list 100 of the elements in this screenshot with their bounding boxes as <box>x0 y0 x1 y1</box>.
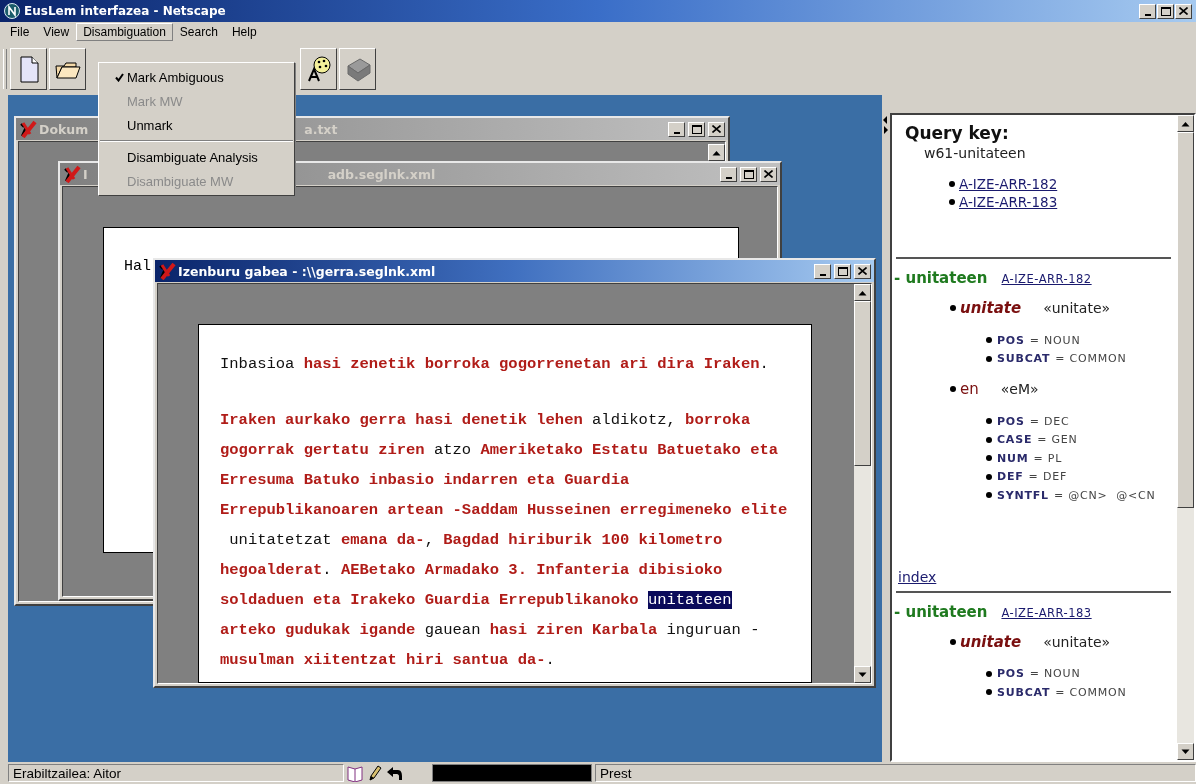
maximize-icon <box>837 266 848 276</box>
bullet-icon <box>986 418 992 425</box>
bullet-icon <box>986 473 992 480</box>
feature-name: CASE <box>997 433 1033 447</box>
minimize-icon <box>725 176 732 179</box>
plain-text[interactable]: unitatetzat <box>220 531 341 549</box>
ambiguous-text[interactable]: Erresuma Batuko inbasio indarren eta Guardia <box>220 471 630 489</box>
ambiguous-text[interactable]: gogorrak gertatu ziren <box>220 441 425 459</box>
ambiguous-text[interactable]: Ameriketako Estatu Batuetako eta <box>480 441 779 459</box>
new-document-button[interactable] <box>10 47 47 90</box>
plain-text[interactable]: inguruan - <box>657 621 760 639</box>
bullet-icon <box>986 455 992 462</box>
bullet-icon <box>986 670 992 677</box>
ambiguous-text[interactable]: borroka <box>685 411 751 429</box>
analysis-link[interactable]: A-IZE-ARR-183 <box>959 194 1058 210</box>
plain-text[interactable]: Inbasioa <box>220 355 304 373</box>
cross-icon <box>19 120 37 138</box>
maximize-icon <box>691 124 702 134</box>
minimize-button[interactable] <box>720 166 737 182</box>
open-folder-button[interactable] <box>49 47 86 90</box>
menu-item[interactable]: Disambiguate Analysis <box>99 145 294 169</box>
analysis-link[interactable]: A-IZE-ARR-182 <box>1001 272 1092 286</box>
arrow-icon[interactable] <box>385 764 403 782</box>
cross-icon <box>158 262 176 280</box>
maximize-button[interactable] <box>688 121 705 137</box>
menu-item[interactable]: Mark Ambiguous <box>99 65 294 89</box>
close-button[interactable] <box>708 121 725 137</box>
scrollbar[interactable] <box>1177 115 1194 760</box>
feature-name: NUM <box>997 451 1029 465</box>
scrollbar[interactable] <box>854 284 871 683</box>
feature-name: DEF <box>997 470 1024 484</box>
minimize-button[interactable] <box>668 121 685 137</box>
ambiguous-text[interactable]: hasi ziren Karbala <box>489 621 658 639</box>
maximize-button[interactable] <box>1157 3 1174 19</box>
scroll-up-button[interactable] <box>1177 115 1194 132</box>
plain-text[interactable]: . <box>322 561 341 579</box>
bullet-icon <box>986 689 992 696</box>
arrows-icon <box>883 115 888 135</box>
palette-letter-button[interactable] <box>300 47 337 90</box>
ambiguous-text[interactable]: hegoalderat <box>220 561 323 579</box>
ambiguous-text[interactable]: Bagdad hiriburik 100 kilometro <box>443 531 723 549</box>
analysis-link[interactable]: A-IZE-ARR-183 <box>1001 605 1092 620</box>
scroll-down-button[interactable] <box>1177 743 1194 760</box>
menu-item[interactable]: Search <box>172 23 225 41</box>
ambiguous-text[interactable]: AEBetako Armadako 3. Infanteria dibisioko <box>340 561 723 579</box>
close-button[interactable] <box>760 166 777 182</box>
minimize-button[interactable] <box>814 263 831 279</box>
plain-text[interactable]: gauean <box>415 621 490 639</box>
feature-name: POS <box>997 667 1025 681</box>
scroll-thumb[interactable] <box>854 301 871 466</box>
gloss-text: «unitate» <box>1043 300 1111 316</box>
maximize-button[interactable] <box>740 166 757 182</box>
scroll-up-button[interactable] <box>854 284 871 301</box>
ambiguous-text[interactable]: arteko gudukak igande <box>220 621 416 639</box>
ambiguous-text[interactable]: Errepublikanoaren artean -Saddam Husseinen erregimeneko elite <box>220 501 788 519</box>
feature-value: = NOUN <box>1029 667 1081 681</box>
maximize-icon <box>1160 6 1171 16</box>
close-button[interactable] <box>854 263 871 279</box>
index-link[interactable]: index <box>898 568 937 585</box>
word-label: - unitateen <box>894 269 988 287</box>
maximize-button[interactable] <box>834 263 851 279</box>
minimize-icon <box>673 131 680 134</box>
globe-logo-icon <box>4 3 20 19</box>
menu-item[interactable]: Disambiguation <box>76 23 173 41</box>
menu-item[interactable]: View <box>36 23 77 41</box>
ambiguous-text[interactable]: emana da- <box>340 531 425 549</box>
ambiguous-text[interactable]: hasi zenetik borroka gogorrenetan ari dira Iraken <box>303 355 760 373</box>
up-arrow-icon <box>858 289 867 296</box>
scroll-thumb[interactable] <box>1177 132 1194 508</box>
menu-item[interactable]: Help <box>224 23 264 41</box>
bullet-icon <box>950 305 956 311</box>
ambiguous-text[interactable]: Iraken aurkako gerra hasi denetik lehen <box>220 411 583 429</box>
plain-text[interactable]: , <box>424 531 444 549</box>
bullet-icon <box>986 492 992 499</box>
feature-value: = PL <box>1033 451 1063 465</box>
menu-item[interactable]: File <box>3 23 37 41</box>
plain-text[interactable]: . <box>759 355 769 373</box>
scroll-down-button[interactable] <box>854 666 871 683</box>
pencil-icon[interactable] <box>366 764 382 782</box>
panel-heading: Query key: <box>905 123 1010 143</box>
minimize-button[interactable] <box>1139 3 1156 19</box>
bullet-icon <box>986 355 992 362</box>
close-icon <box>1179 7 1188 15</box>
minimize-icon <box>1144 13 1151 16</box>
close-button[interactable] <box>1175 3 1192 19</box>
cross-icon <box>63 165 81 183</box>
ambiguous-text[interactable]: soldaduen eta Irakeko Guardia Errepublikanoko <box>220 591 648 609</box>
feature-name: SYNTFL <box>997 488 1049 502</box>
scroll-up-button[interactable] <box>708 144 725 161</box>
plain-text[interactable]: . <box>545 651 555 669</box>
analysis-link[interactable]: A-IZE-ARR-182 <box>959 176 1058 192</box>
word-label: - unitateen <box>894 602 988 621</box>
menu-item[interactable]: Unmark <box>99 113 294 137</box>
plain-text[interactable]: aldikotz, <box>582 411 686 429</box>
selected-word[interactable]: unitateen <box>647 591 732 609</box>
close-icon <box>764 170 773 178</box>
bullet-icon <box>949 199 955 205</box>
book-button[interactable] <box>339 47 376 90</box>
plain-text[interactable]: atzo <box>424 441 481 459</box>
ambiguous-text[interactable]: musulman xiitentzat hiri santua da- <box>220 651 546 669</box>
